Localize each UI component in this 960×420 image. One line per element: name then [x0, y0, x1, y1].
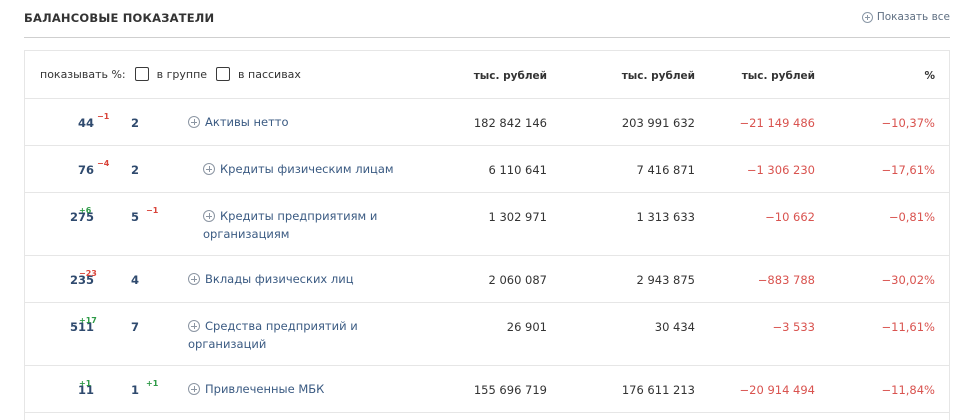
- value-2: 203 991 632: [621, 116, 695, 130]
- table-header: показывать %: в группе в пассивах тыс. р…: [25, 51, 949, 99]
- column-header-percent[interactable]: %: [924, 70, 935, 82]
- show-all-link[interactable]: Показать все: [861, 11, 950, 23]
- value-1: 1 302 971: [488, 210, 547, 224]
- value-1: 2 060 087: [488, 273, 547, 287]
- expand-icon[interactable]: [188, 116, 200, 128]
- indicator-name[interactable]: Средства предприятий и организаций: [188, 317, 388, 353]
- group-rank-value: 1: [131, 383, 140, 397]
- table-row: 44 −1 2 Активы нетто 182 842 146 203 991…: [25, 99, 949, 146]
- table-row: 511 +17 7 Средства предприятий и организ…: [25, 303, 949, 366]
- change-percent: −0,81%: [888, 210, 935, 224]
- table-row: 11 +1 1 +1 Привлеченные МБК 155 696 719 …: [25, 366, 949, 413]
- column-header-value-2[interactable]: тыс. рублей: [622, 70, 695, 82]
- section-title: БАЛАНСОВЫЕ ПОКАЗАТЕЛИ: [24, 11, 215, 25]
- table-row: 76 −4 2 Кредиты физическим лицам 6 110 6…: [25, 146, 949, 193]
- indicator-name[interactable]: Кредиты физическим лицам: [203, 160, 443, 178]
- value-2: 30 434: [654, 320, 695, 334]
- rank-change: +1: [79, 379, 92, 388]
- value-1: 6 110 641: [488, 163, 547, 177]
- change-value: −1 306 230: [746, 163, 815, 177]
- change-percent: −11,84%: [881, 383, 936, 397]
- group-rank-value: 5: [131, 210, 140, 224]
- change-value: −10 662: [765, 210, 815, 224]
- expand-icon[interactable]: [188, 273, 200, 285]
- percent-options-label: показывать %:: [40, 67, 126, 81]
- rank-value: 44: [77, 116, 94, 130]
- show-all-label: Показать все: [876, 11, 950, 23]
- rank-change: −23: [79, 269, 97, 278]
- indicator-name-line-2: организациям: [203, 227, 290, 241]
- in-passive-label: в пассивах: [238, 67, 301, 81]
- indicator-name[interactable]: Вклады физических лиц: [188, 270, 428, 288]
- value-2: 176 611 213: [621, 383, 695, 397]
- group-rank-value: 4: [131, 273, 140, 287]
- change-value: −20 914 494: [739, 383, 815, 397]
- value-1: 182 842 146: [473, 116, 547, 130]
- change-value: −883 788: [757, 273, 815, 287]
- percent-options: показывать %: в группе в пассивах: [40, 67, 301, 81]
- in-passive-checkbox[interactable]: [216, 67, 231, 81]
- change-percent: −11,61%: [881, 320, 936, 334]
- rank-value: 76: [77, 163, 94, 177]
- indicator-name[interactable]: Привлеченные МБК: [188, 380, 428, 398]
- change-percent: −30,02%: [881, 273, 936, 287]
- indicator-name-line-1: Кредиты предприятиям и: [220, 209, 378, 223]
- column-header-change[interactable]: тыс. рублей: [742, 70, 815, 82]
- table-row: 235 −23 4 Вклады физических лиц 2 060 08…: [25, 256, 949, 303]
- change-percent: −10,37%: [881, 116, 936, 130]
- rank-change: −4: [97, 159, 110, 168]
- value-2: 1 313 633: [636, 210, 695, 224]
- expand-icon[interactable]: [188, 320, 200, 332]
- expand-icon[interactable]: [203, 210, 215, 222]
- indicator-name-line-1: Активы нетто: [205, 115, 289, 129]
- table-row: 275 +6 5 −1 Кредиты предприятиям и орган…: [25, 193, 949, 256]
- rank-change: +17: [79, 316, 97, 325]
- value-1: 155 696 719: [473, 383, 547, 397]
- column-header-value-1[interactable]: тыс. рублей: [474, 70, 547, 82]
- balance-table: показывать %: в группе в пассивах тыс. р…: [24, 50, 950, 420]
- group-rank-value: 2: [131, 163, 140, 177]
- indicator-name-line-1: Кредиты физическим лицам: [220, 162, 394, 176]
- expand-icon[interactable]: [203, 163, 215, 175]
- rank-change: −1: [97, 112, 110, 121]
- in-group-checkbox[interactable]: [134, 67, 149, 81]
- expand-icon[interactable]: [188, 383, 200, 395]
- value-1: 26 901: [506, 320, 547, 334]
- indicator-name-line-1: Привлеченные МБК: [205, 382, 325, 396]
- rank-change: +6: [79, 206, 92, 215]
- indicator-name-line-1: Средства предприятий и: [205, 319, 358, 333]
- indicator-name[interactable]: Активы нетто: [188, 113, 428, 131]
- group-rank-value: 7: [131, 320, 140, 334]
- value-2: 2 943 875: [636, 273, 695, 287]
- change-percent: −17,61%: [881, 163, 936, 177]
- indicator-name-line-2: организаций: [188, 337, 267, 351]
- plus-circle-icon: [861, 11, 873, 23]
- indicator-name[interactable]: Кредиты предприятиям и организациям: [203, 207, 403, 243]
- group-rank-change: −1: [146, 206, 159, 215]
- section-header: БАЛАНСОВЫЕ ПОКАЗАТЕЛИ Показать все: [24, 0, 950, 38]
- group-rank-value: 2: [131, 116, 140, 130]
- change-value: −3 533: [772, 320, 815, 334]
- group-rank-change: +1: [146, 379, 159, 388]
- in-group-label: в группе: [156, 67, 208, 81]
- value-2: 7 416 871: [636, 163, 695, 177]
- change-value: −21 149 486: [739, 116, 815, 130]
- indicator-name-line-1: Вклады физических лиц: [205, 272, 354, 286]
